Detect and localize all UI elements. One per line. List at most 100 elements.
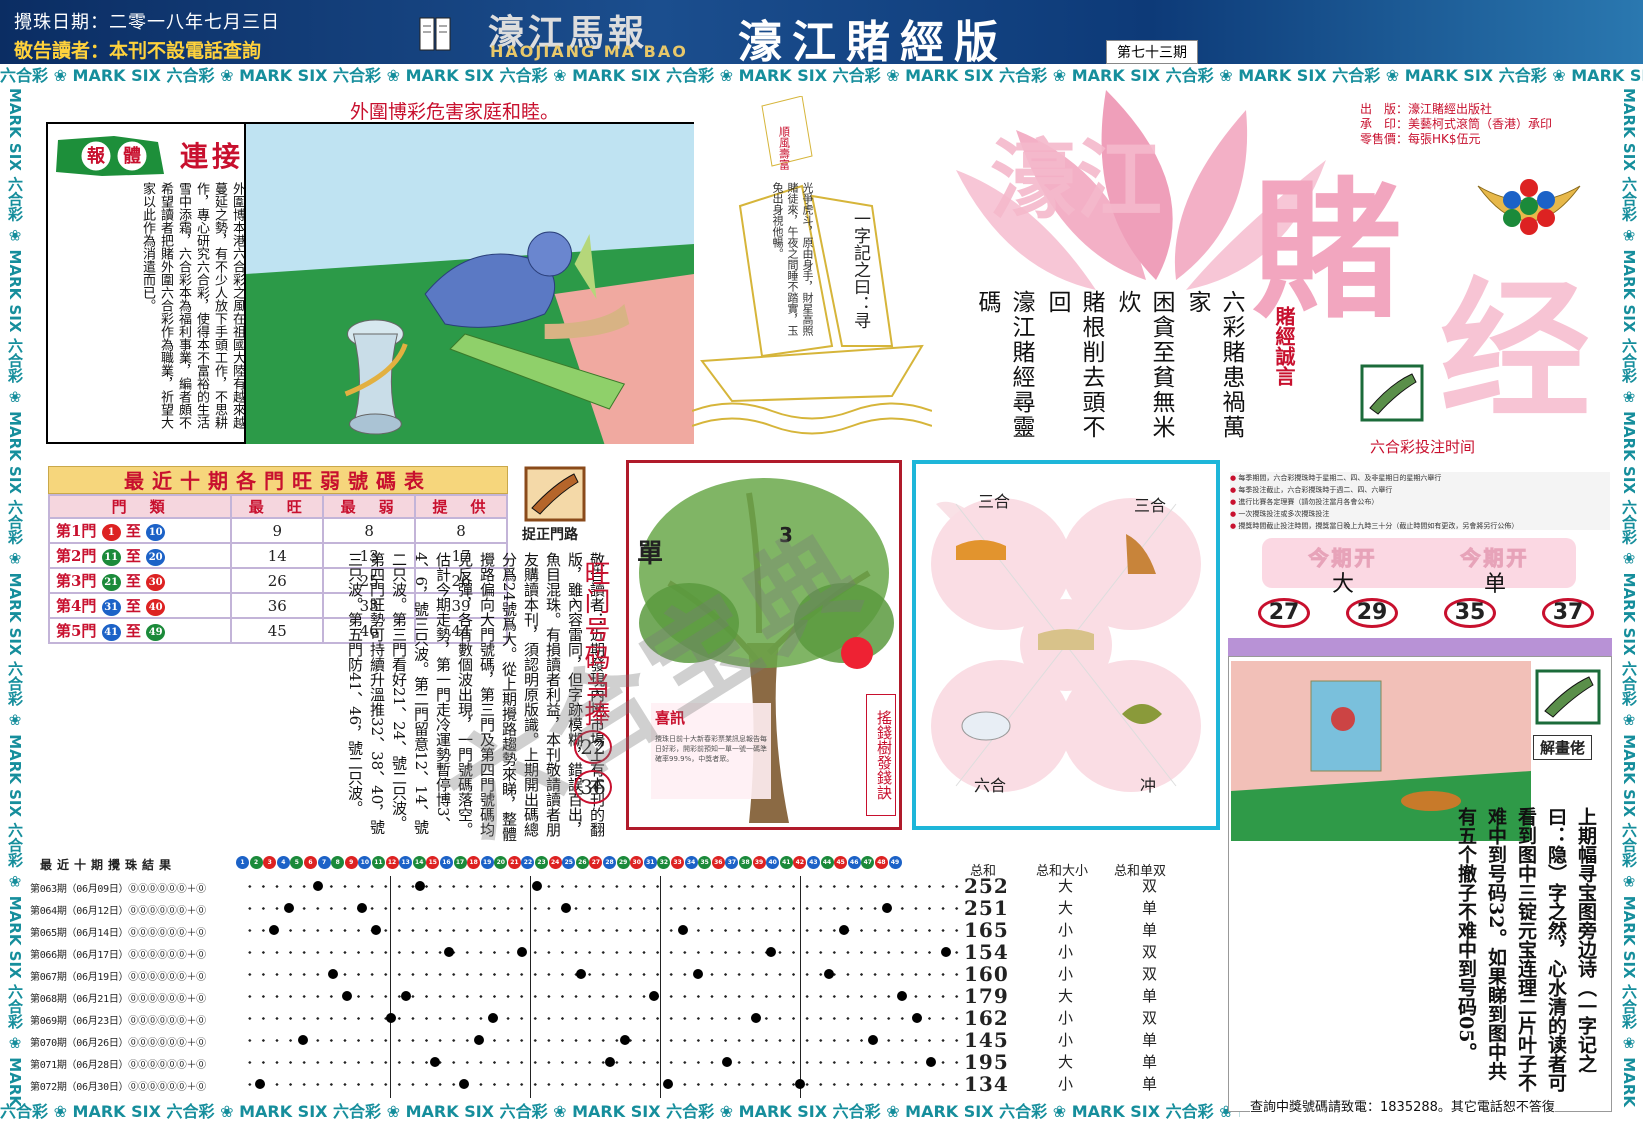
draw-date: 攪珠日期：二零一八年七月三日 bbox=[14, 12, 280, 33]
to-word: 至 bbox=[125, 522, 141, 540]
number-ball: 49 bbox=[888, 856, 902, 869]
number-ball: 24 bbox=[548, 856, 562, 869]
puzzle-explanation: 上期幅寻宝图旁边诗（一字记之曰：隐）字之然，心水清的读者可看到图中三锭元宝连理二… bbox=[1455, 807, 1597, 1092]
sum-row: 251 大 单 bbox=[964, 898, 1164, 919]
drawn-number-dot bbox=[648, 991, 659, 1001]
sum-value: 162 bbox=[964, 1006, 1009, 1030]
sum-row: 195 大 单 bbox=[964, 1052, 1164, 1073]
result-row: 第070期（06月26日）⓪⓪⓪⓪⓪⓪＋⓪ bbox=[30, 1030, 960, 1051]
hot-cell: 45 bbox=[230, 617, 325, 644]
zodiac-label-br: 冲 bbox=[1140, 776, 1157, 795]
number-ball: 26 bbox=[575, 856, 589, 869]
table-title: 最近十期各門旺弱號碼表 bbox=[48, 466, 508, 494]
sum-odd-even: 单 bbox=[1142, 987, 1158, 1005]
pick-number: 27 bbox=[1258, 598, 1310, 628]
number-ball: 4 bbox=[276, 856, 290, 869]
number-ball: 22 bbox=[521, 856, 535, 869]
drawn-number-dot bbox=[721, 1057, 732, 1067]
draw-label: 第070期（06月26日）⓪⓪⓪⓪⓪⓪＋⓪ bbox=[30, 1038, 206, 1049]
door-cell: 第5門 41 至 49 bbox=[47, 617, 233, 644]
pointing-hand-icon bbox=[524, 466, 586, 522]
zodiac-label-tr: 三合 bbox=[1134, 496, 1167, 515]
draw-label: 第071期（06月28日）⓪⓪⓪⓪⓪⓪＋⓪ bbox=[30, 1060, 206, 1071]
door-label: 第4門 bbox=[56, 597, 97, 615]
motto: 賭經誠言 bbox=[1272, 306, 1296, 386]
number-ball: 40 bbox=[766, 856, 780, 869]
comic-badge: 報 體 連 接 bbox=[56, 136, 240, 176]
draw-label: 第072期（06月30日）⓪⓪⓪⓪⓪⓪＋⓪ bbox=[30, 1082, 206, 1093]
hot-cell: 14 bbox=[230, 542, 325, 569]
rule-item: 進行比賽各定理賽（請勿投注當月各會公布） bbox=[1230, 496, 1610, 508]
drawn-number-dot bbox=[867, 1035, 878, 1045]
price-line: 零售價：每張HK$伍元 bbox=[1360, 132, 1481, 146]
number-ball: 37 bbox=[725, 856, 739, 869]
badge-char-3: 連 bbox=[180, 140, 209, 173]
drawn-number-dot bbox=[605, 1057, 615, 1067]
comic-illustration bbox=[244, 124, 694, 444]
badge-char-2: 體 bbox=[123, 146, 141, 167]
number-ball: 41 bbox=[779, 856, 793, 869]
number-ball: 33 bbox=[671, 856, 684, 869]
poem-line-3: 賭根削去頭不回 bbox=[1044, 290, 1104, 440]
number-ball: 38 bbox=[738, 856, 752, 869]
sum-odd-even: 单 bbox=[1142, 1075, 1158, 1093]
drawn-number-dot bbox=[794, 1079, 805, 1089]
guide-label: 捉正門路 bbox=[522, 527, 578, 543]
bottom-note: 查詢中獎號碼請致電：1835288。其它電話恕不答復 bbox=[1250, 1096, 1555, 1115]
zodiac-panel: 三合 三合 六合 冲 bbox=[912, 460, 1220, 830]
drawn-number-dot bbox=[678, 925, 688, 935]
tree-single-label: 單 bbox=[637, 539, 664, 569]
sum-row: 162 小 双 bbox=[964, 1008, 1164, 1029]
zodiac-flower bbox=[931, 498, 1201, 792]
drawn-number-dot bbox=[575, 969, 586, 979]
sum-value: 195 bbox=[964, 1050, 1009, 1074]
sum-row: 165 小 单 bbox=[964, 920, 1164, 941]
number-ball: 17 bbox=[453, 856, 467, 869]
number-ball: 44 bbox=[820, 856, 834, 869]
drawn-number-dot bbox=[532, 881, 542, 891]
number-ball: 21 bbox=[507, 856, 521, 869]
sum-big-small: 小 bbox=[1058, 943, 1074, 961]
sum-big-small: 小 bbox=[1058, 921, 1074, 939]
number-ball: 34 bbox=[684, 856, 698, 869]
rule-item: 攪獎時間截止投注時間，攪獎當日晚上九時三十分（截止時間如有更改，另會將另行公佈） bbox=[1230, 520, 1610, 532]
right-marksix-strip: MARK SIX 六合彩 ❀ MARK SIX 六合彩 ❀ MARK SIX 六… bbox=[1620, 88, 1638, 1108]
sum-row: 252 大 双 bbox=[964, 876, 1164, 897]
poem-line-4: 濠江賭經尋靈碼 bbox=[974, 290, 1034, 440]
sum-big-small: 小 bbox=[1058, 965, 1074, 983]
ball-from: 41 bbox=[101, 623, 121, 641]
dot-grid bbox=[240, 876, 960, 897]
number-ball: 6 bbox=[303, 856, 317, 869]
dot-grid bbox=[240, 964, 960, 985]
result-row: 第064期（06月12日）⓪⓪⓪⓪⓪⓪＋⓪ bbox=[30, 898, 960, 919]
top-marksix-strip: 六合彩 ❀ MARK SIX 六合彩 ❀ MARK SIX 六合彩 ❀ MARK… bbox=[0, 64, 1643, 88]
drawn-number-dot bbox=[692, 969, 703, 979]
number-ball: 18 bbox=[467, 856, 481, 869]
number-ball: 36 bbox=[711, 856, 725, 869]
results-grid: 第063期（06月09日）⓪⓪⓪⓪⓪⓪＋⓪ 第064期（06月12日）⓪⓪⓪⓪⓪⓪… bbox=[30, 876, 960, 1098]
number-ball: 32 bbox=[657, 856, 671, 869]
sum-value: 134 bbox=[964, 1072, 1009, 1096]
badge-char-4: 接 bbox=[212, 140, 240, 173]
to-word: 至 bbox=[125, 572, 141, 590]
sum-value: 160 bbox=[964, 962, 1009, 986]
sum-value: 251 bbox=[964, 896, 1009, 920]
drawn-number-dot bbox=[313, 881, 323, 891]
pick-number: 29 bbox=[1346, 598, 1398, 628]
number-ball: 42 bbox=[793, 856, 807, 869]
sum-big-small: 大 bbox=[1058, 899, 1074, 917]
sum-odd-even: 单 bbox=[1142, 1053, 1158, 1071]
drawn-number-dot bbox=[911, 1013, 922, 1023]
bottom-marksix-strip: 六合彩 ❀ MARK SIX 六合彩 ❀ MARK SIX 六合彩 ❀ MARK… bbox=[0, 1100, 1240, 1124]
zodiac-label-tl: 三合 bbox=[978, 492, 1011, 511]
number-ball: 9 bbox=[344, 856, 358, 869]
ship-riddle: 一字記之曰：寻 bbox=[850, 210, 870, 329]
door-cell: 第4門 31 至 40 bbox=[47, 592, 233, 619]
number-ball: 47 bbox=[861, 856, 875, 869]
number-ball: 8 bbox=[331, 856, 345, 869]
page-title: 濠江賭經版 bbox=[738, 17, 1008, 68]
poem-line-2: 困貪至貧無米炊 bbox=[1114, 290, 1174, 440]
pick-number: 35 bbox=[1444, 598, 1496, 628]
printer-line: 承 印：美藝柯式滾筒（香港）承印 bbox=[1360, 117, 1553, 131]
sum-odd-even: 双 bbox=[1142, 1009, 1158, 1027]
